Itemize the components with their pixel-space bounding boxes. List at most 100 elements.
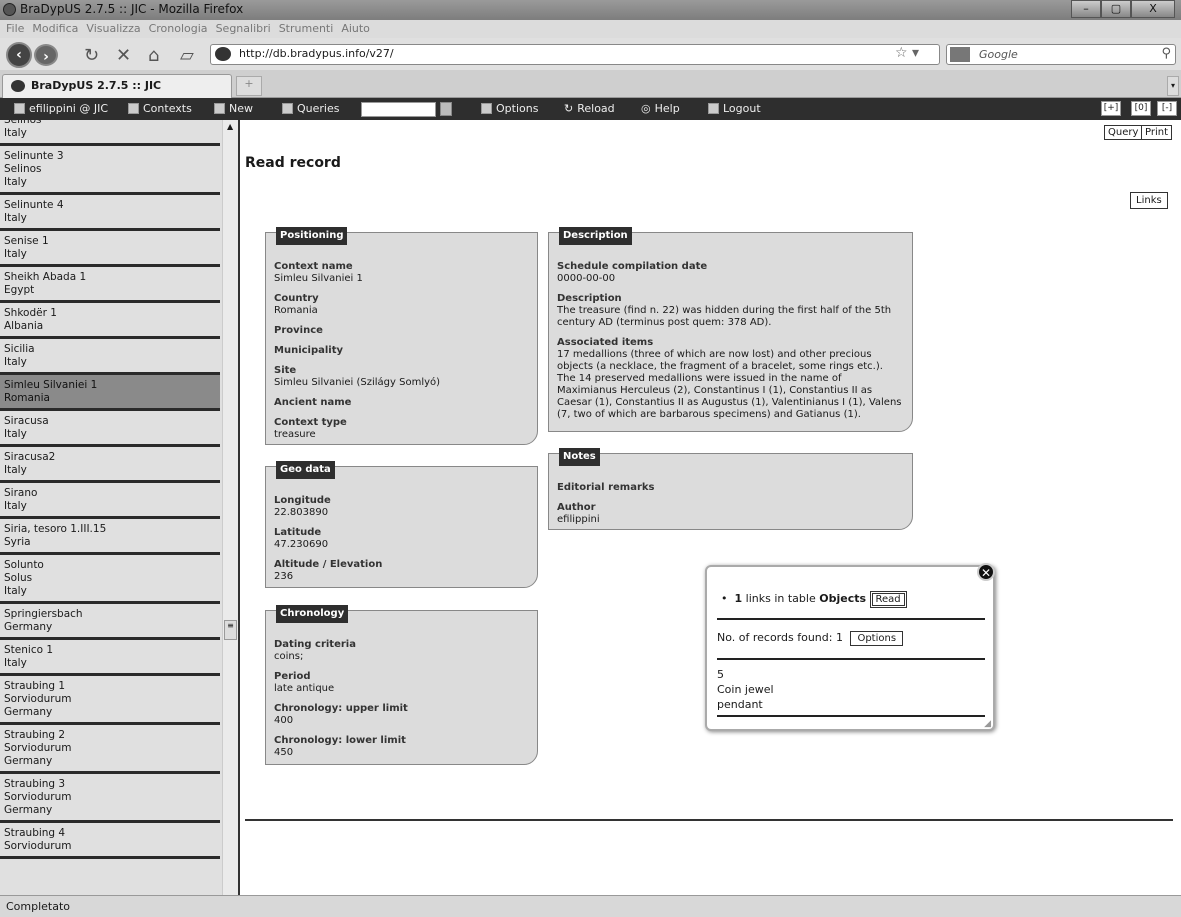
sidebar-record-item[interactable]: Straubing 4 Sorviodurum [0,823,220,859]
linked-record[interactable]: 5 Coin jewel pendant [717,667,774,712]
sidebar-record-item[interactable]: Solunto Solus Italy [0,555,220,604]
resize-handle[interactable]: ◢ [984,719,991,729]
options-button[interactable]: Options [481,102,538,115]
reload-icon[interactable]: ↻ [84,45,99,66]
bookmark-star-icon[interactable]: ☆ ▾ [895,45,919,61]
home-icon[interactable]: ⌂ [148,45,159,66]
minimize-button[interactable]: – [1071,0,1101,18]
record-line: Italy [4,428,27,440]
menu-modifica[interactable]: Modifica [32,22,78,36]
sidebar-record-item[interactable]: Senise 1 Italy [0,231,220,267]
field-label: Ancient name [274,397,352,408]
sidebar-scrollbar[interactable]: ▲ ≡ [222,120,238,895]
menu-cronologia[interactable]: Cronologia [149,22,208,36]
help-button[interactable]: ◎ Help [641,102,680,115]
contexts-button[interactable]: Contexts [128,102,192,115]
scroll-up-arrow[interactable]: ▲ [227,122,233,131]
record-line: Sorviodurum [4,791,72,803]
sidebar-record-item[interactable]: Simleu Silvaniei 1 Romania [0,375,220,411]
new-tab-button[interactable]: + [236,76,262,96]
user-button[interactable]: efilippini @ JIC [14,102,108,115]
logout-button[interactable]: Logout [708,102,761,115]
print-button[interactable]: Print [1141,125,1173,140]
sidebar-record-item[interactable]: Selinunte 3 Selinos Italy [0,146,220,195]
record-line: Italy [4,657,27,669]
record-line: Springiersbach [4,608,83,620]
field-label: Altitude / Elevation [274,559,383,570]
record-line: Siracusa2 [4,451,56,463]
reload-app-button[interactable]: ↻ Reload [564,102,615,115]
menu-aiuto[interactable]: Aiuto [341,22,370,36]
zoom-out-button[interactable]: [-] [1157,101,1177,116]
sidebar-record-item[interactable]: Sicilia Italy [0,339,220,375]
sidebar-record-item[interactable]: Straubing 1 Sorviodurum Germany [0,676,220,725]
sidebar-record-item[interactable]: Stenico 1 Italy [0,640,220,676]
field-label: Longitude [274,495,331,506]
url-bar[interactable]: http://db.bradypus.info/v27/ ☆ ▾ [210,44,940,65]
menu-strumenti[interactable]: Strumenti [279,22,334,36]
sidebar-record-item[interactable]: Siracusa Italy [0,411,220,447]
site-icon [11,80,25,92]
quick-search-button[interactable] [440,102,452,116]
sidebar-record-item[interactable]: Springiersbach Germany [0,604,220,640]
menu-segnalibri[interactable]: Segnalibri [216,22,271,36]
record-line: Syria [4,536,31,548]
zoom-in-button[interactable]: [+] [1101,101,1121,116]
back-button[interactable]: ‹ [6,42,32,68]
chronology-legend: Chronology [276,605,349,623]
record-line: Sorviodurum [4,742,72,754]
record-line: Simleu Silvaniei 1 [4,379,98,391]
stop-icon[interactable]: ✕ [116,45,131,66]
forward-button[interactable]: › [34,44,58,66]
quick-search-input[interactable] [361,102,436,117]
sidebar-record-item[interactable]: Shkodër 1 Albania [0,303,220,339]
record-line: Straubing 4 [4,827,66,839]
close-window-button[interactable]: X [1131,0,1175,18]
record-line: Italy [4,248,27,260]
query-button[interactable]: Query [1104,125,1143,140]
zoom-reset-button[interactable]: [0] [1131,101,1151,116]
popup-options-button[interactable]: Options [850,631,904,646]
queries-label: Queries [297,102,340,115]
sidebar-record-item[interactable]: Selinos Italy [0,120,220,146]
maximize-button[interactable]: ▢ [1101,0,1131,18]
navigation-bar: ‹ › ↻ ✕ ⌂ ▱ http://db.bradypus.info/v27/… [0,38,1181,70]
read-button[interactable]: Read [869,591,907,608]
app-toolbar: efilippini @ JIC Contexts New Queries Op… [0,98,1181,120]
search-icon[interactable]: ⚲ [1161,46,1171,61]
record-list: Selinos Italy Selinunte 3 Selinos Italy Selin… [0,120,222,859]
field-label: Province [274,325,323,336]
record-line: Siria, tesoro 1.III.15 [4,523,107,535]
sidebar-record-item[interactable]: Straubing 2 Sorviodurum Germany [0,725,220,774]
record-line: Solus [4,572,33,584]
links-button[interactable]: Links [1130,192,1168,209]
field-value: Simleu Silvaniei 1 [274,273,363,284]
scroll-thumb[interactable]: ≡ [224,620,237,640]
bookmarks-icon[interactable]: ▱ [180,45,194,66]
query-icon [282,103,293,114]
close-popup-button[interactable]: ✕ [977,563,995,581]
queries-button[interactable]: Queries [282,102,339,115]
record-line: Albania [4,320,44,332]
tab-bradypus[interactable]: BraDypUS 2.7.5 :: JIC [2,74,232,98]
record-line: Germany [4,804,53,816]
menu-file[interactable]: File [6,22,24,36]
site-icon [215,47,231,61]
sidebar-record-item[interactable]: Siria, tesoro 1.III.15 Syria [0,519,220,555]
table-icon [128,103,139,114]
menu-visualizza[interactable]: Visualizza [86,22,140,36]
record-line: Egypt [4,284,35,296]
sidebar-record-item[interactable]: Sheikh Abada 1 Egypt [0,267,220,303]
search-engine-icon[interactable] [950,47,970,62]
new-button[interactable]: New [214,102,253,115]
record-line: Sorviodurum [4,840,72,852]
sidebar-record-item[interactable]: Selinunte 4 Italy [0,195,220,231]
tab-list-button[interactable]: ▾ [1167,76,1179,96]
sidebar-record-item[interactable]: Straubing 3 Sorviodurum Germany [0,774,220,823]
record-line: Straubing 2 [4,729,66,741]
sidebar-record-item[interactable]: Sirano Italy [0,483,220,519]
search-box[interactable]: Google ⚲ [946,44,1176,65]
field-label: Period [274,671,311,682]
sidebar-record-item[interactable]: Siracusa2 Italy [0,447,220,483]
record-line: Sicilia [4,343,35,355]
